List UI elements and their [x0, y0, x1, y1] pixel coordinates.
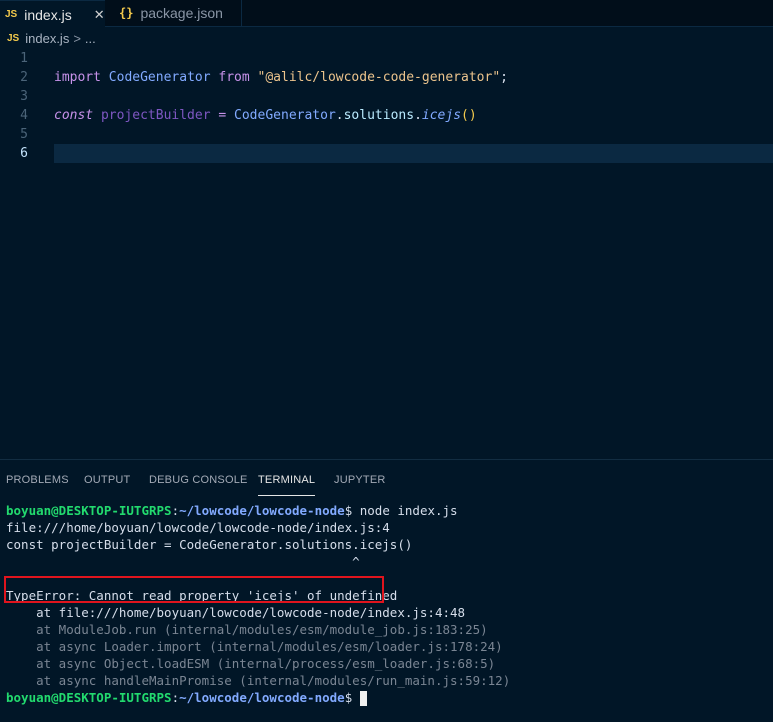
tab-terminal[interactable]: TERMINAL — [258, 474, 316, 496]
stack-trace-line: at async Object.loadESM (internal/proces… — [6, 656, 496, 671]
breadcrumb-more[interactable]: ... — [85, 31, 96, 46]
terminal-line: ^ — [6, 554, 360, 569]
terminal-cursor — [359, 691, 367, 706]
code-line-current: 6 — [0, 144, 773, 163]
breadcrumb-file[interactable]: index.js — [25, 31, 69, 46]
code-text: const projectBuilder = CodeGenerator.sol… — [54, 108, 477, 123]
close-icon[interactable]: ✕ — [94, 7, 105, 23]
line-number: 3 — [20, 89, 28, 104]
current-line-highlight — [54, 144, 773, 163]
code-line: 2 import CodeGenerator from "@alilc/lowc… — [0, 68, 773, 87]
line-number: 6 — [20, 146, 28, 161]
terminal-output[interactable]: boyuan@DESKTOP-IUTGRPS:~/lowcode/lowcode… — [6, 502, 773, 706]
line-number: 2 — [20, 70, 28, 85]
stack-trace-line: at async Loader.import (internal/modules… — [6, 639, 503, 654]
code-line: 5 — [0, 125, 773, 144]
line-number: 4 — [20, 108, 28, 123]
breadcrumb: JS index.js > ... — [0, 27, 773, 49]
chevron-right-icon: > — [73, 30, 81, 46]
tab-label: package.json — [140, 5, 223, 21]
line-number: 1 — [20, 51, 28, 66]
stack-trace-line: at file:///home/boyuan/lowcode/lowcode-n… — [6, 605, 466, 620]
terminal-prompt-line: boyuan@DESKTOP-IUTGRPS:~/lowcode/lowcode… — [6, 503, 458, 518]
code-editor[interactable]: 1 2 import CodeGenerator from "@alilc/lo… — [0, 49, 773, 459]
stack-trace-line: at ModuleJob.run (internal/modules/esm/m… — [6, 622, 488, 637]
code-line: 3 — [0, 87, 773, 106]
code-line: 1 — [0, 49, 773, 68]
line-number: 5 — [20, 127, 28, 142]
editor-tab-bar: JS index.js ✕ {} package.json — [0, 0, 773, 28]
code-line: 4 const projectBuilder = CodeGenerator.s… — [0, 106, 773, 125]
tab-problems[interactable]: PROBLEMS — [6, 474, 69, 486]
code-text: import CodeGenerator from "@alilc/lowcod… — [54, 70, 508, 85]
terminal-line: file:///home/boyuan/lowcode/lowcode-node… — [6, 520, 390, 535]
tab-index-js[interactable]: JS index.js ✕ — [0, 0, 105, 28]
tab-label: index.js — [24, 6, 72, 23]
javascript-file-icon: JS — [5, 9, 18, 20]
panel-tab-bar: PROBLEMS OUTPUT DEBUG CONSOLE TERMINAL J… — [0, 460, 773, 500]
stack-trace-line: at async handleMainPromise (internal/mod… — [6, 673, 511, 688]
javascript-file-icon: JS — [7, 32, 20, 44]
json-file-icon: {} — [119, 6, 134, 20]
error-highlight-box — [4, 576, 384, 603]
terminal-line: const projectBuilder = CodeGenerator.sol… — [6, 537, 413, 552]
tab-debug-console[interactable]: DEBUG CONSOLE — [149, 474, 248, 486]
tab-package-json[interactable]: {} package.json — [106, 0, 242, 26]
terminal-prompt-line: boyuan@DESKTOP-IUTGRPS:~/lowcode/lowcode… — [6, 689, 773, 706]
tab-jupyter[interactable]: JUPYTER — [334, 474, 386, 486]
tab-output[interactable]: OUTPUT — [84, 474, 130, 486]
